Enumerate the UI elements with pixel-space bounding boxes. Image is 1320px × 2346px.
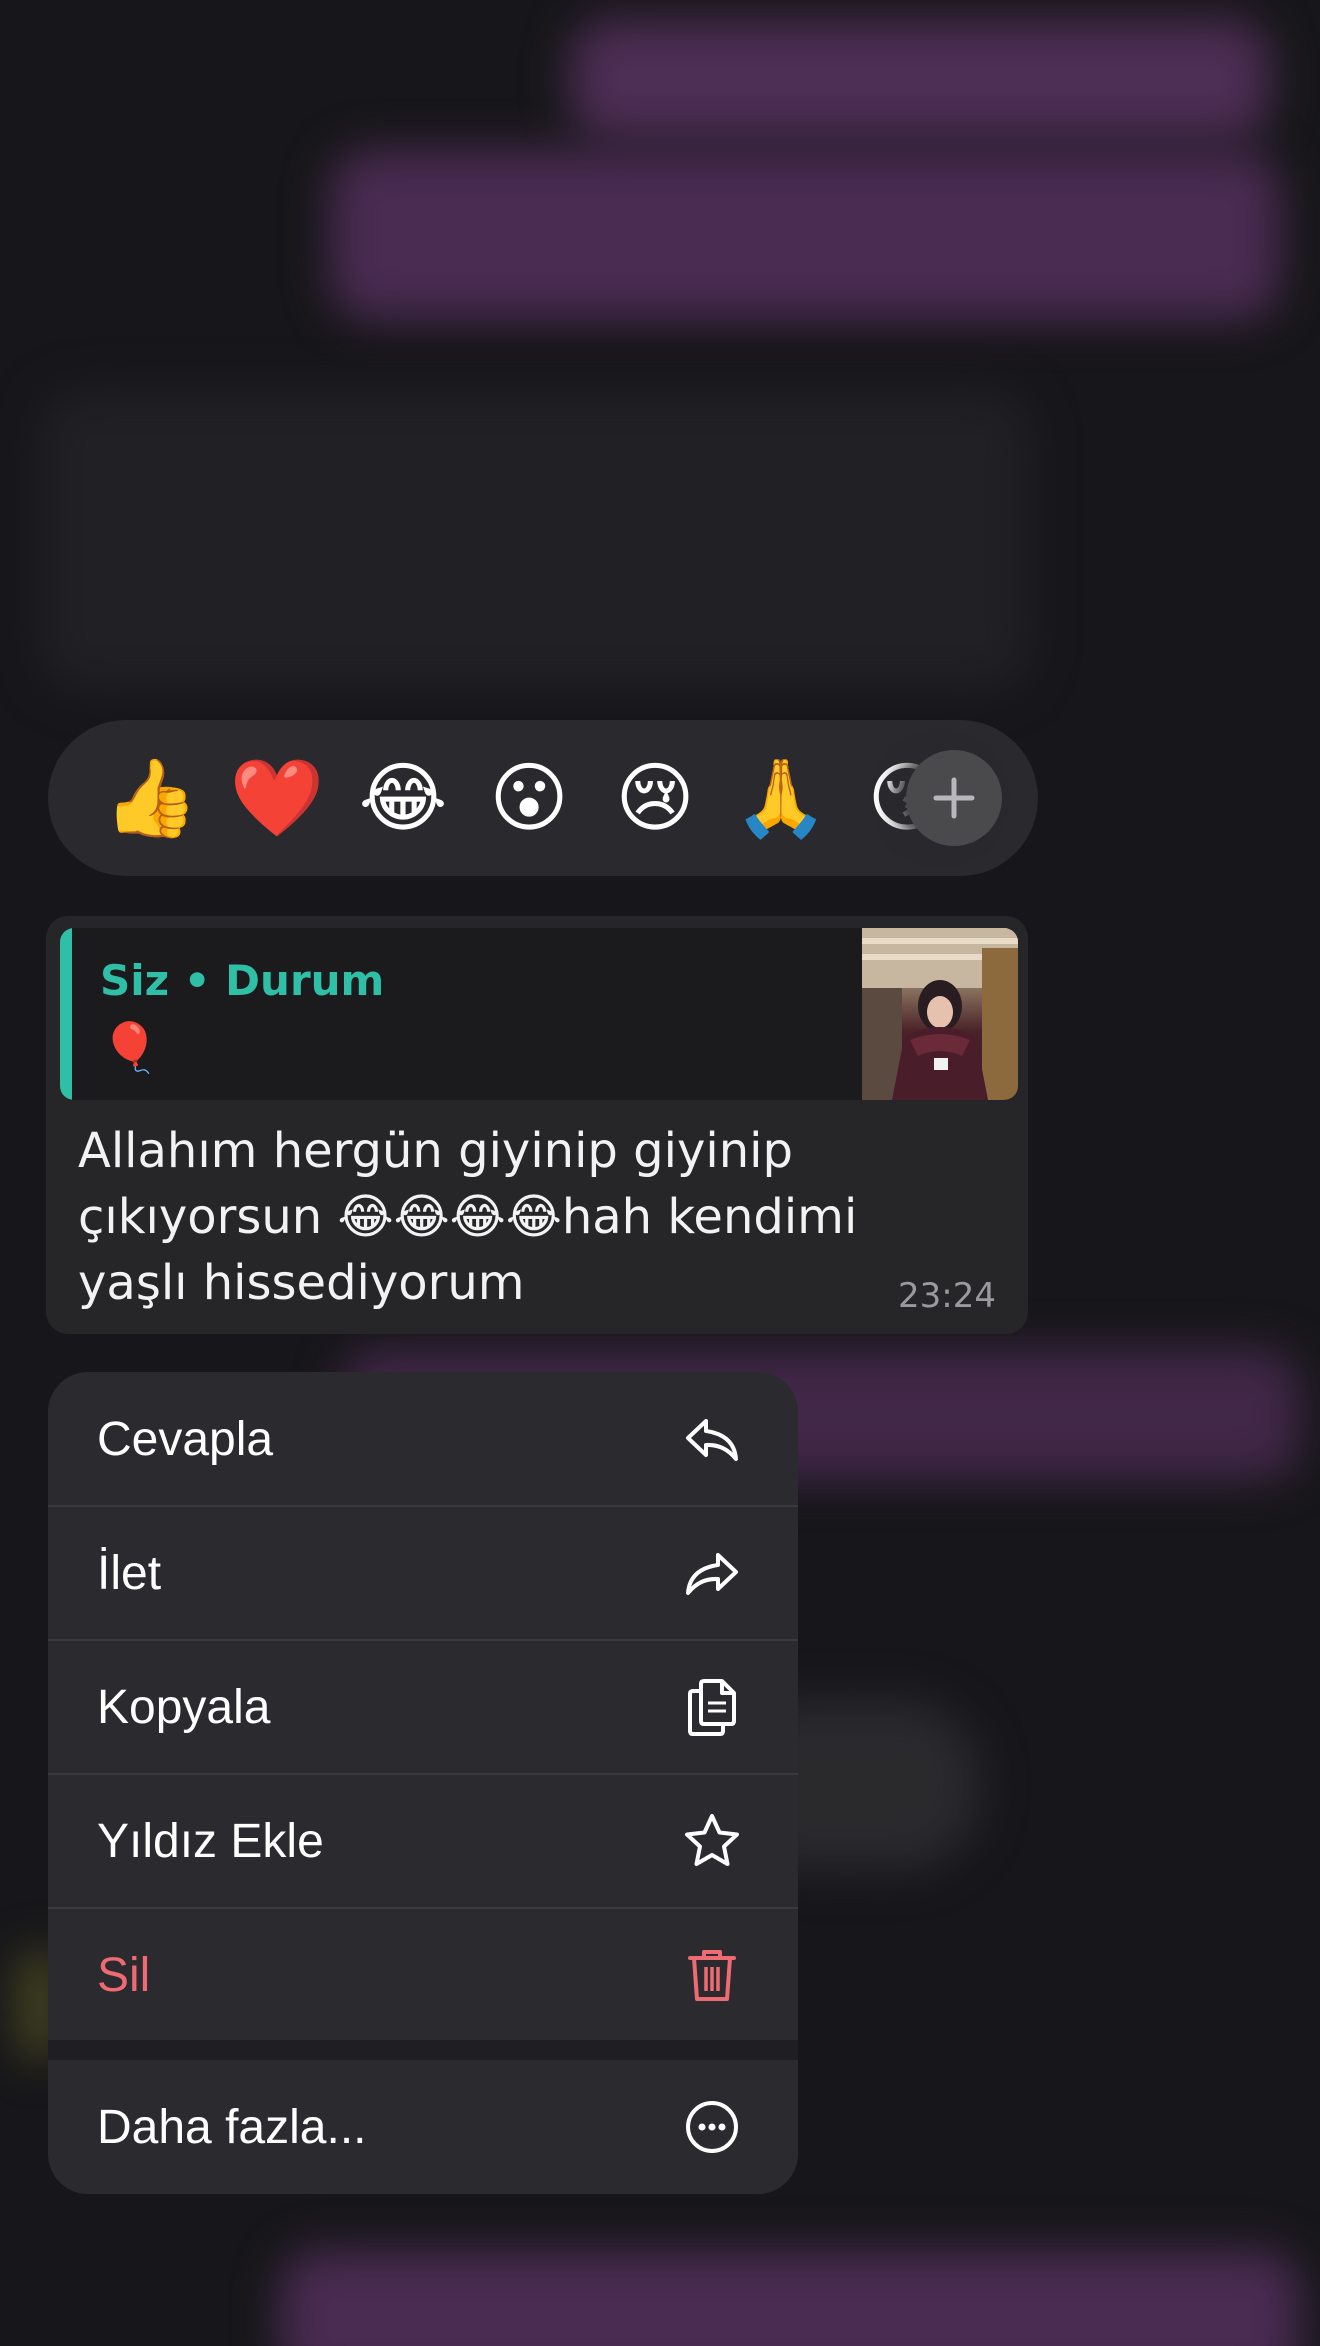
menu-item-label: Yıldız Ekle <box>97 1814 324 1868</box>
reaction-bar: 👍 ❤️ 😂 😮 😢 🙏 😚 <box>48 720 1038 876</box>
trash-icon <box>682 1945 742 2005</box>
plus-icon <box>932 776 976 820</box>
ellipsis-circle-icon <box>682 2097 742 2157</box>
reaction-laughing[interactable]: 😂 <box>340 720 466 876</box>
reaction-list: 👍 ❤️ 😂 😮 😢 🙏 😚 <box>88 720 970 876</box>
copy-icon <box>682 1675 742 1739</box>
menu-item-forward[interactable]: İlet <box>48 1506 798 1640</box>
reaction-crying[interactable]: 😢 <box>592 720 718 876</box>
menu-item-label: Sil <box>97 1948 151 2002</box>
quoted-status[interactable]: Siz • Durum 🎈 <box>60 928 1018 1100</box>
reaction-thumbs-up[interactable]: 👍 <box>88 720 214 876</box>
reaction-surprised[interactable]: 😮 <box>466 720 592 876</box>
quote-title: Siz • Durum <box>100 956 385 1005</box>
menu-item-label: Cevapla <box>97 1412 274 1466</box>
menu-item-label: Kopyala <box>97 1680 271 1734</box>
menu-item-label: Daha fazla... <box>97 2100 367 2154</box>
status-thumbnail <box>862 928 1018 1100</box>
menu-section-gap <box>48 2040 798 2060</box>
menu-item-label: İlet <box>97 1546 162 1600</box>
quote-accent-bar <box>60 928 72 1100</box>
menu-item-more[interactable]: Daha fazla... <box>48 2060 798 2194</box>
menu-item-star[interactable]: Yıldız Ekle <box>48 1774 798 1908</box>
menu-item-delete[interactable]: Sil <box>48 1908 798 2042</box>
reaction-heart[interactable]: ❤️ <box>214 720 340 876</box>
reaction-pray[interactable]: 🙏 <box>718 720 844 876</box>
context-menu: Cevapla İlet Kopyala Yıldız Ekle Sil Dah… <box>48 1372 798 2194</box>
more-reactions-button[interactable] <box>906 750 1002 846</box>
menu-item-copy[interactable]: Kopyala <box>48 1640 798 1774</box>
quote-emoji: 🎈 <box>100 1020 160 1076</box>
message-text: Allahım hergün giyinip giyinip çıkıyorsu… <box>78 1123 858 1311</box>
forward-icon <box>682 1543 742 1603</box>
menu-item-reply[interactable]: Cevapla <box>48 1372 798 1506</box>
star-icon <box>682 1811 742 1871</box>
reply-icon <box>682 1409 742 1469</box>
message-timestamp: 23:24 <box>898 1276 996 1316</box>
